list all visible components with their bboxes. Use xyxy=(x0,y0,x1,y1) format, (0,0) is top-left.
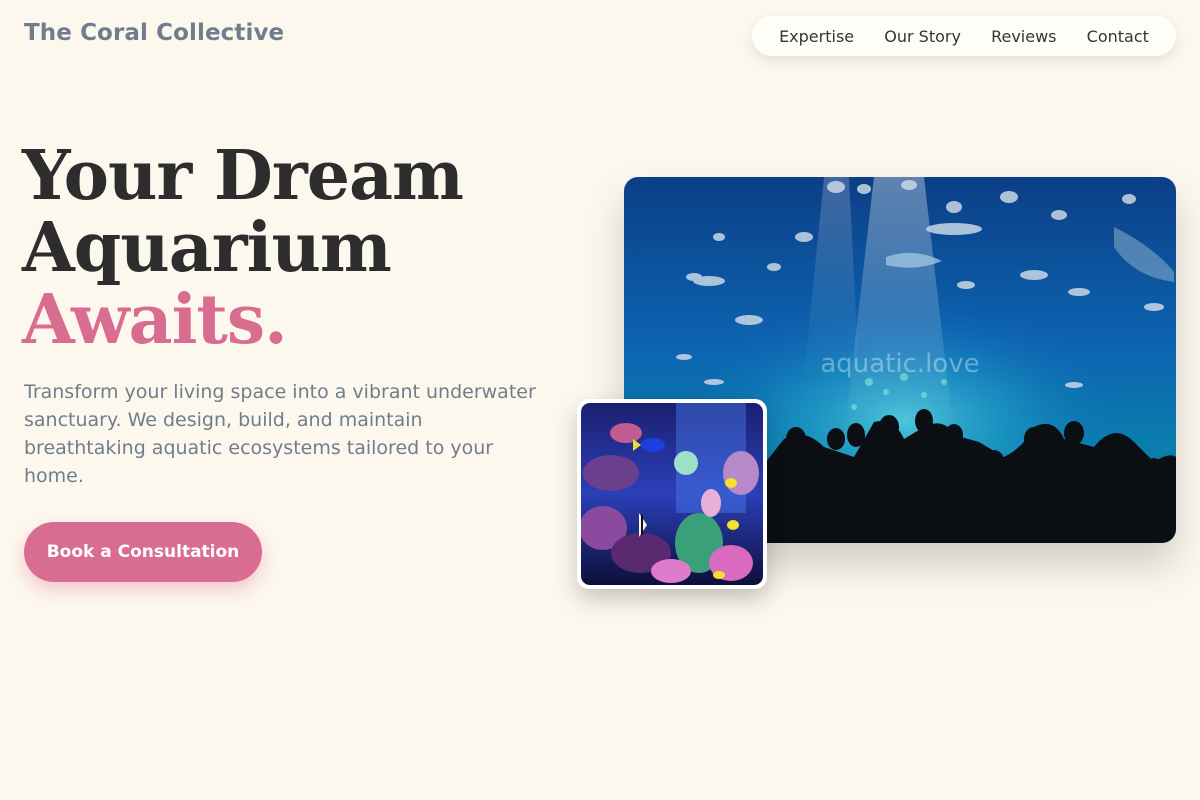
hero-title-line-1: Your Dream xyxy=(22,136,464,216)
hero-title: Your Dream Aquarium Awaits. xyxy=(22,136,464,360)
book-consultation-button[interactable]: Book a Consultation xyxy=(24,522,262,582)
main-nav: Expertise Our Story Reviews Contact xyxy=(752,16,1176,56)
hero-title-line-2: Aquarium xyxy=(22,208,392,288)
hero-description: Transform your living space into a vibra… xyxy=(24,381,536,487)
coral-reef-inset-frame xyxy=(581,403,763,585)
photo-watermark: aquatic.love xyxy=(820,349,979,379)
nav-link-reviews[interactable]: Reviews xyxy=(991,27,1056,46)
coral-reef-inset-photo xyxy=(577,399,767,589)
hero-title-accent: Awaits. xyxy=(22,280,288,360)
nav-link-contact[interactable]: Contact xyxy=(1087,27,1149,46)
brand-logo-text[interactable]: The Coral Collective xyxy=(24,20,284,46)
nav-link-our-story[interactable]: Our Story xyxy=(884,27,961,46)
nav-link-expertise[interactable]: Expertise xyxy=(779,27,854,46)
